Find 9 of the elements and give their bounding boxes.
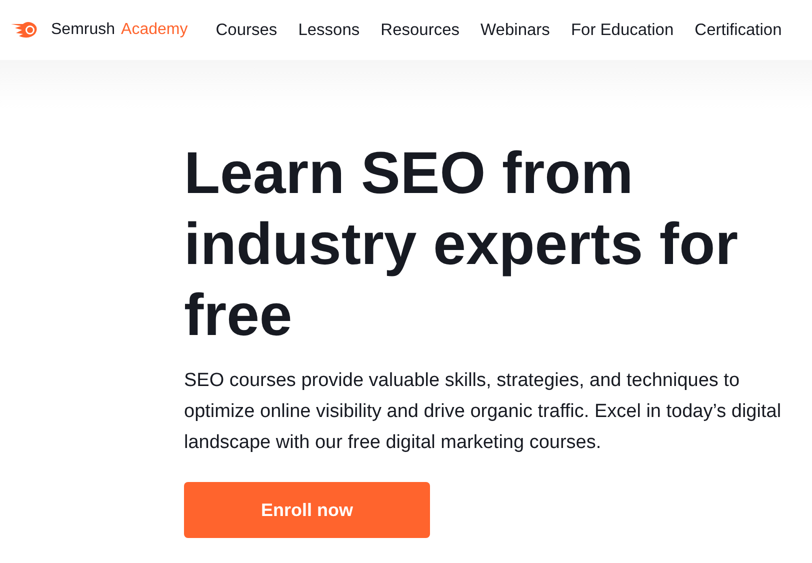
nav-link[interactable]: Webinars: [480, 20, 550, 40]
nav-link[interactable]: For Education: [570, 20, 674, 40]
nav-link[interactable]: Resources: [380, 20, 460, 40]
nav-link[interactable]: Lessons: [298, 20, 360, 40]
nav-link[interactable]: Courses: [216, 20, 278, 40]
hero-description: SEO courses provide valuable skills, strategies, and techniques to optimize online visibility and drive organic traffic. Excel in today’s digital landscape with our free digital marketing courses.: [184, 369, 782, 455]
hero-title: Learn SEO from industry experts for free: [184, 139, 740, 350]
nav-link[interactable]: Certification: [694, 20, 782, 40]
brand-name[interactable]: Semrush: [51, 21, 116, 39]
